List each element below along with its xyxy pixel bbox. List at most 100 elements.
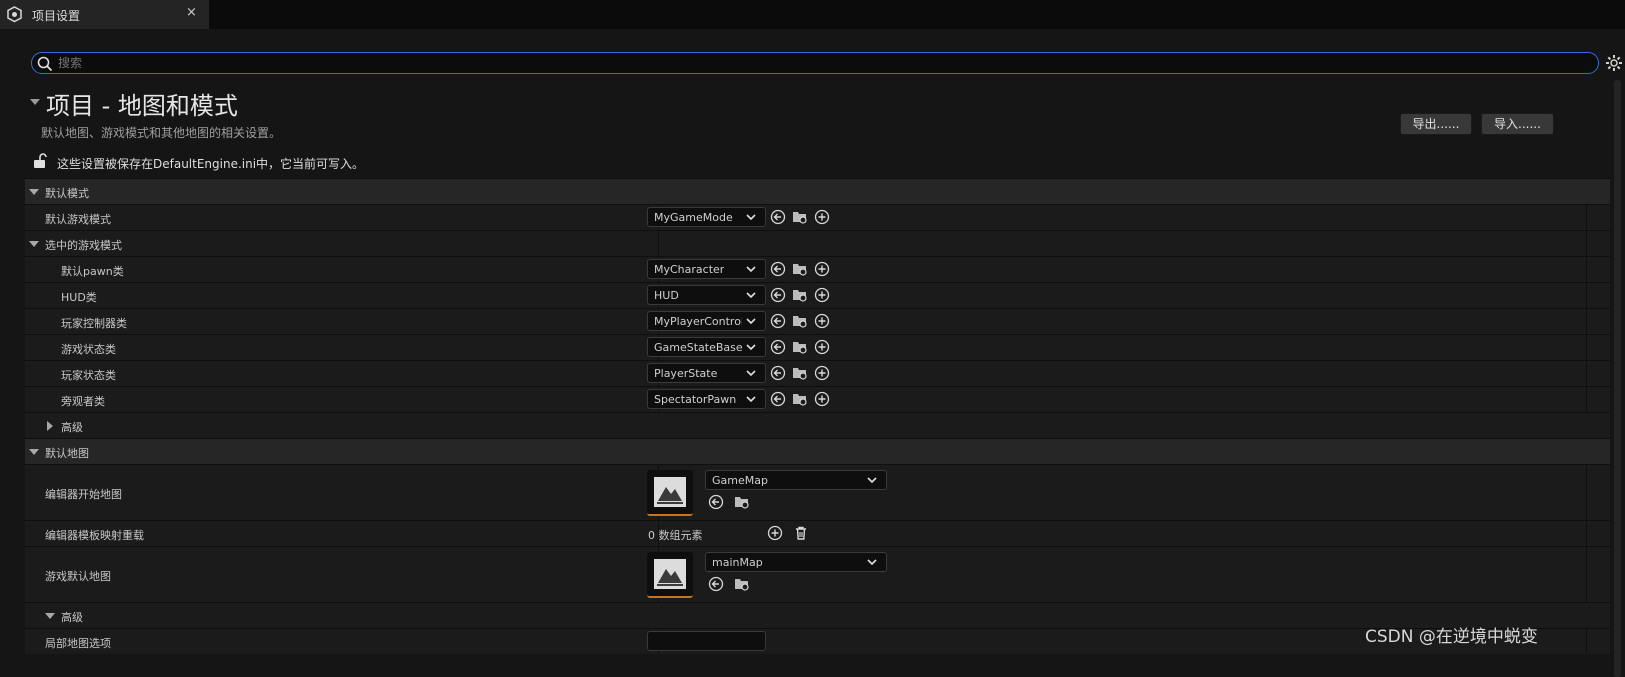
map-asset-icon <box>654 477 686 507</box>
expand-caret-icon[interactable] <box>47 421 53 431</box>
property-label: 局部地图选项 <box>45 637 111 650</box>
section-label: 默认模式 <box>45 187 89 200</box>
column-divider <box>1586 257 1587 282</box>
browse-folder-icon[interactable] <box>792 287 808 303</box>
pawn-dropdown[interactable]: MyCharacter <box>647 259 766 279</box>
use-selected-icon[interactable] <box>770 287 786 303</box>
property-row-default-game-mode: 默认游戏模式 MyGameMode <box>25 204 1610 230</box>
add-icon[interactable] <box>814 209 830 225</box>
property-row-game-default-map: 游戏默认地图 mainMap <box>25 546 1610 602</box>
column-divider <box>658 231 659 256</box>
gear-icon[interactable] <box>1605 54 1623 72</box>
tab-bar: 项目设置 × <box>0 0 1625 29</box>
column-divider <box>1586 547 1587 602</box>
column-divider <box>1586 309 1587 334</box>
search-icon <box>37 56 53 72</box>
export-button[interactable]: 导出...... <box>1400 113 1472 135</box>
section-advanced[interactable]: 高级 <box>25 412 1610 438</box>
browse-folder-icon[interactable] <box>792 261 808 277</box>
browse-folder-icon[interactable] <box>792 391 808 407</box>
unlock-icon <box>34 153 47 168</box>
game-state-dropdown[interactable]: GameStateBase <box>647 337 766 357</box>
property-row-game-state: 游戏状态类 GameStateBase <box>25 334 1610 360</box>
player-state-dropdown[interactable]: PlayerState <box>647 363 766 383</box>
expand-caret-icon[interactable] <box>29 449 39 455</box>
add-icon[interactable] <box>767 525 783 541</box>
section-default-modes[interactable]: 默认模式 <box>25 178 1610 204</box>
expand-caret-icon[interactable] <box>29 189 39 195</box>
dropdown-value: GameMap <box>712 474 768 487</box>
browse-folder-icon[interactable] <box>792 209 808 225</box>
game-default-map-dropdown[interactable]: mainMap <box>705 552 887 572</box>
map-thumbnail[interactable] <box>647 470 693 516</box>
scrollbar[interactable] <box>1614 80 1621 677</box>
trash-icon[interactable] <box>793 525 809 541</box>
use-selected-icon[interactable] <box>770 391 786 407</box>
add-icon[interactable] <box>814 261 830 277</box>
page-title: 项目 - 地图和模式 <box>46 92 238 120</box>
column-divider <box>1586 521 1587 546</box>
collapse-caret-icon[interactable] <box>30 99 40 105</box>
use-selected-icon[interactable] <box>708 494 724 510</box>
settings-cube-icon <box>7 6 22 23</box>
spectator-dropdown[interactable]: SpectatorPawn <box>647 389 766 409</box>
chevron-down-icon <box>746 318 756 325</box>
use-selected-icon[interactable] <box>770 365 786 381</box>
local-map-options-input[interactable] <box>647 631 766 651</box>
browse-folder-icon[interactable] <box>734 576 750 592</box>
use-selected-icon[interactable] <box>770 261 786 277</box>
chevron-down-icon <box>746 344 756 351</box>
use-selected-icon[interactable] <box>708 576 724 592</box>
section-default-maps[interactable]: 默认地图 <box>25 438 1610 464</box>
property-label: 默认pawn类 <box>61 265 124 278</box>
chevron-down-icon <box>746 370 756 377</box>
property-row-player-state: 玩家状态类 PlayerState <box>25 360 1610 386</box>
chevron-down-icon <box>746 396 756 403</box>
browse-folder-icon[interactable] <box>792 365 808 381</box>
close-icon[interactable]: × <box>186 5 197 20</box>
dropdown-value: SpectatorPawn <box>654 393 737 406</box>
property-label: 默认游戏模式 <box>45 213 111 226</box>
map-thumbnail[interactable] <box>647 552 693 598</box>
section-label: 高级 <box>61 611 83 624</box>
browse-folder-icon[interactable] <box>792 313 808 329</box>
browse-folder-icon[interactable] <box>734 494 750 510</box>
add-icon[interactable] <box>814 313 830 329</box>
tab-project-settings[interactable]: 项目设置 × <box>0 0 209 29</box>
section-selected-game-mode[interactable]: 选中的游戏模式 <box>25 230 1610 256</box>
hud-dropdown[interactable]: HUD <box>647 285 766 305</box>
property-row-editor-template-override: 编辑器模板映射重载 0 数组元素 <box>25 520 1610 546</box>
use-selected-icon[interactable] <box>770 339 786 355</box>
dropdown-value: MyCharacter <box>654 263 725 276</box>
expand-caret-icon[interactable] <box>29 241 39 247</box>
editor-startup-map-dropdown[interactable]: GameMap <box>705 470 887 490</box>
add-icon[interactable] <box>814 339 830 355</box>
use-selected-icon[interactable] <box>770 313 786 329</box>
chevron-down-icon <box>746 292 756 299</box>
browse-folder-icon[interactable] <box>792 339 808 355</box>
property-label: 玩家控制器类 <box>61 317 127 330</box>
column-divider <box>1586 465 1587 520</box>
section-label: 默认地图 <box>45 447 89 460</box>
dropdown-value: GameStateBase <box>654 341 743 354</box>
section-label: 选中的游戏模式 <box>45 239 122 252</box>
property-row-player-controller: 玩家控制器类 MyPlayerControlle <box>25 308 1610 334</box>
watermark: CSDN @在逆境中蜕变 <box>1365 627 1538 647</box>
game-mode-dropdown[interactable]: MyGameMode <box>647 207 766 227</box>
expand-caret-icon[interactable] <box>45 613 55 619</box>
property-row-hud: HUD类 HUD <box>25 282 1610 308</box>
add-icon[interactable] <box>814 391 830 407</box>
property-row-spectator: 旁观者类 SpectatorPawn <box>25 386 1610 412</box>
config-note: 这些设置被保存在DefaultEngine.ini中，它当前可写入。 <box>57 157 365 171</box>
search-input[interactable] <box>58 54 1588 72</box>
property-label: 编辑器模板映射重载 <box>45 529 144 542</box>
property-label: 游戏默认地图 <box>45 570 111 583</box>
property-label: 编辑器开始地图 <box>45 488 122 501</box>
add-icon[interactable] <box>814 287 830 303</box>
add-icon[interactable] <box>814 365 830 381</box>
dropdown-value: HUD <box>654 289 679 302</box>
import-button[interactable]: 导入...... <box>1481 113 1554 135</box>
property-label: 玩家状态类 <box>61 369 116 382</box>
use-selected-icon[interactable] <box>770 209 786 225</box>
player-controller-dropdown[interactable]: MyPlayerControlle <box>647 311 766 331</box>
